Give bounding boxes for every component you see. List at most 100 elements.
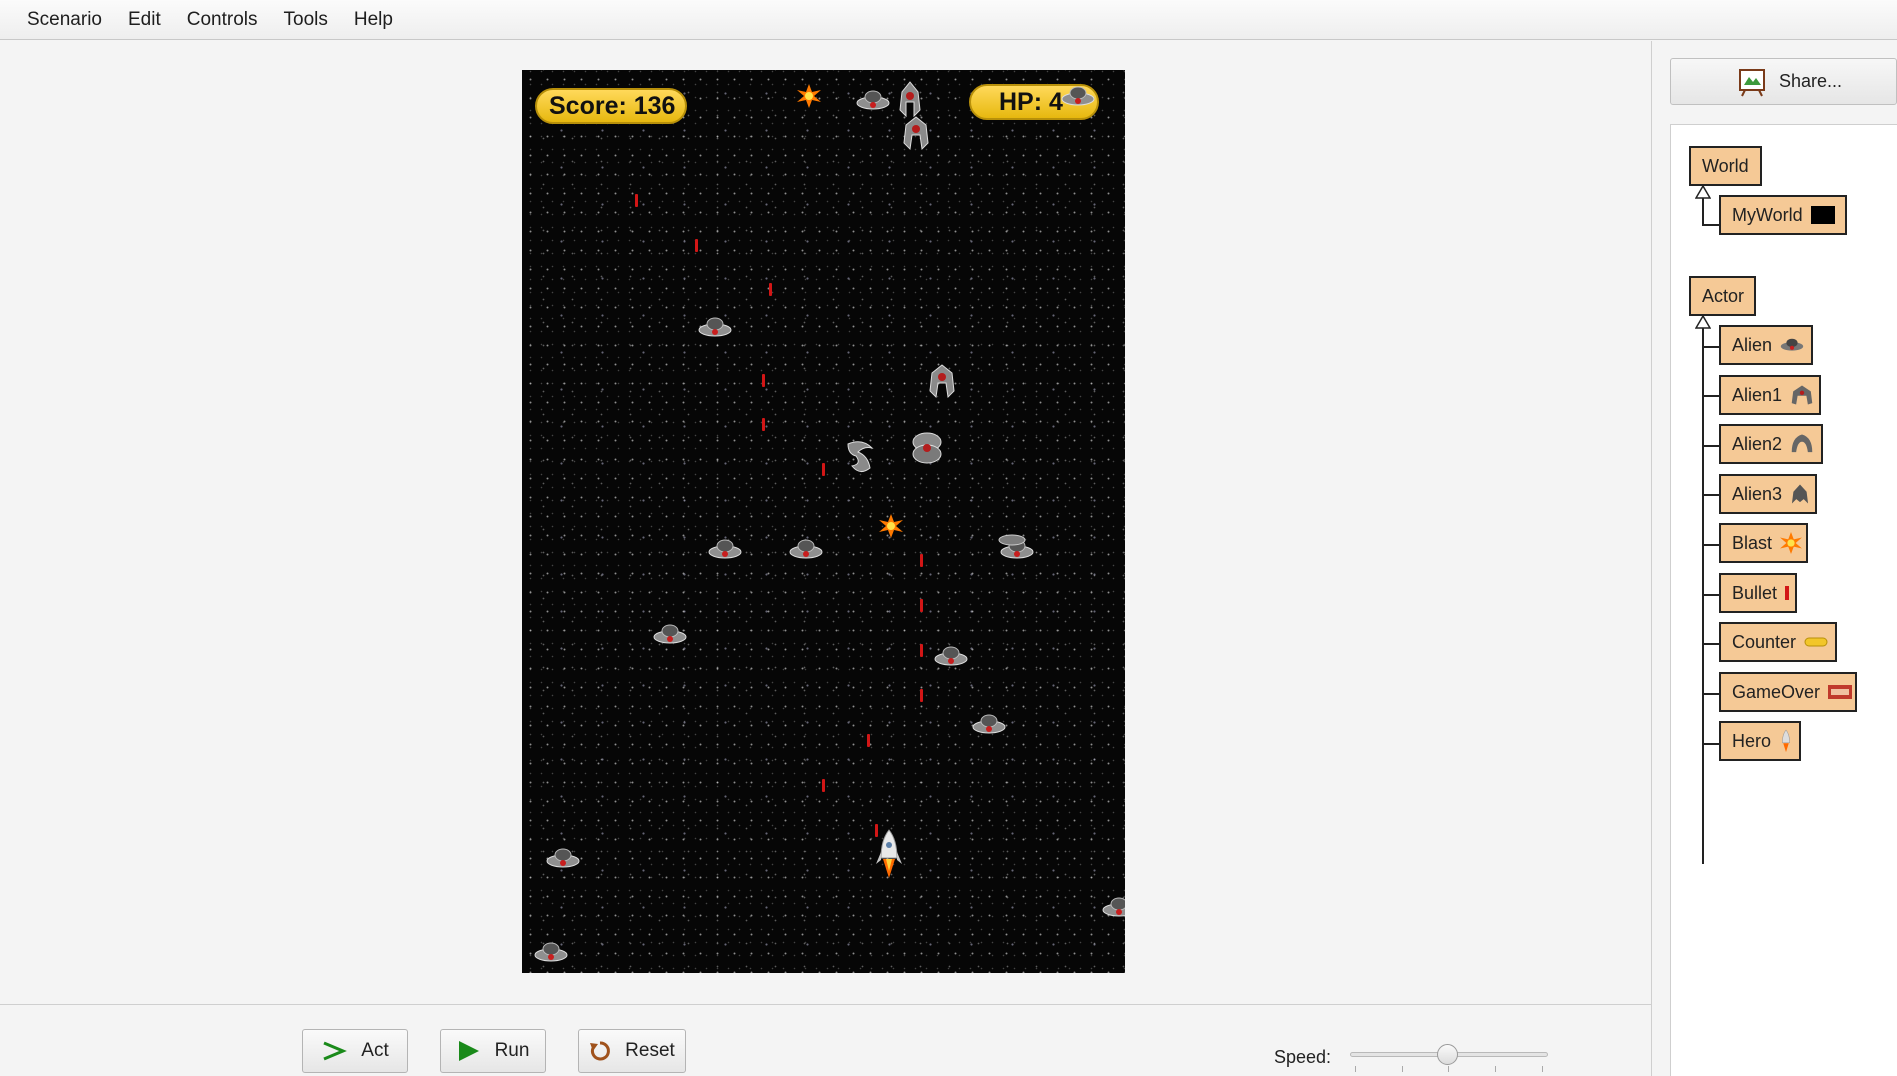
tree-line — [1702, 224, 1720, 226]
class-world-label: World — [1702, 155, 1749, 176]
tree-line — [1702, 594, 1720, 596]
tree-line — [1702, 445, 1720, 447]
class-myworld[interactable]: MyWorld — [1719, 195, 1847, 235]
bullet — [769, 283, 772, 296]
share-label: Share... — [1779, 71, 1843, 91]
speed-slider[interactable] — [1350, 1042, 1548, 1072]
class-alien3-label: Alien3 — [1732, 483, 1783, 504]
alien-saucer — [998, 534, 1026, 546]
class-bullet-label: Bullet — [1732, 582, 1778, 603]
class-hero-label: Hero — [1732, 730, 1772, 751]
alien-saucer — [653, 624, 687, 644]
alien-saucer — [789, 539, 823, 559]
gameover-thumbnail-icon — [1828, 685, 1853, 699]
bullet — [920, 554, 923, 567]
class-bullet[interactable]: Bullet — [1719, 573, 1797, 613]
act-label: Act — [361, 1040, 389, 1061]
menu-controls[interactable]: Controls — [174, 9, 271, 31]
alien-claw-ship — [899, 81, 921, 118]
alien3-thumbnail-icon — [1790, 483, 1810, 505]
tree-line — [1702, 494, 1720, 496]
reset-label: Reset — [625, 1040, 675, 1061]
class-counter-label: Counter — [1732, 631, 1797, 652]
menu-help[interactable]: Help — [341, 9, 406, 31]
bullet — [762, 374, 765, 387]
tree-line — [1702, 544, 1720, 546]
class-gameover-label: GameOver — [1732, 681, 1821, 702]
menu-tools[interactable]: Tools — [271, 9, 341, 31]
panel-divider — [1651, 41, 1652, 1076]
bullet — [867, 734, 870, 747]
tree-line — [1702, 725, 1704, 745]
hero-rocket — [876, 829, 902, 878]
class-myworld-label: MyWorld — [1732, 204, 1803, 225]
game-world[interactable]: Score: 136 HP: 4 — [522, 70, 1125, 973]
slider-tick — [1542, 1066, 1543, 1072]
inheritance-arrow-icon — [1695, 315, 1711, 329]
inheritance-arrow-icon — [1695, 185, 1711, 199]
share-button[interactable]: Share... — [1670, 58, 1897, 105]
class-alien2-label: Alien2 — [1732, 433, 1783, 454]
menu-edit[interactable]: Edit — [115, 9, 174, 31]
alien-saucer — [934, 646, 968, 666]
score-counter: Score: 136 — [535, 88, 687, 124]
bullet — [822, 463, 825, 476]
run-play-icon — [458, 1041, 479, 1061]
counter-thumbnail-icon — [1804, 637, 1828, 647]
bullet — [920, 644, 923, 657]
alien-saucer — [698, 317, 732, 337]
slider-tick — [1448, 1066, 1449, 1072]
slider-tick — [1355, 1066, 1356, 1072]
tree-line — [1702, 395, 1720, 397]
speed-label: Speed: — [1274, 1047, 1332, 1067]
bullet — [920, 689, 923, 702]
run-button[interactable]: Run — [440, 1029, 546, 1073]
alien-saucer — [856, 90, 890, 110]
tree-line — [1702, 328, 1704, 864]
class-alien[interactable]: Alien — [1719, 325, 1813, 365]
alien-saucer — [1102, 897, 1125, 917]
class-actor[interactable]: Actor — [1689, 276, 1756, 316]
bullet — [822, 779, 825, 792]
control-bar: Act Run Reset Speed: — [0, 1005, 1651, 1076]
class-alien2[interactable]: Alien2 — [1719, 424, 1823, 464]
class-gameover[interactable]: GameOver — [1719, 672, 1857, 712]
class-alien3[interactable]: Alien3 — [1719, 474, 1817, 514]
reset-icon — [590, 1041, 611, 1061]
alien-thumbnail-icon — [1780, 338, 1804, 352]
class-alien1-label: Alien1 — [1732, 384, 1783, 405]
tree-line — [1702, 693, 1720, 695]
alien-claw-ship — [903, 116, 929, 151]
tree-line — [1702, 643, 1720, 645]
blast-explosion — [879, 514, 903, 538]
tree-line — [1702, 743, 1720, 745]
slider-tick — [1495, 1066, 1496, 1072]
myworld-thumbnail-icon — [1810, 206, 1835, 224]
alien-claw-ship — [912, 432, 942, 464]
bullet-thumbnail-icon — [1785, 586, 1790, 600]
alien-saucer — [546, 848, 580, 868]
alien1-thumbnail-icon — [1790, 384, 1814, 406]
alien-saucer — [708, 539, 742, 559]
speed-slider-thumb[interactable] — [1437, 1044, 1458, 1065]
menu-scenario[interactable]: Scenario — [14, 9, 115, 31]
alien-saucer — [1061, 86, 1095, 106]
run-label: Run — [494, 1040, 530, 1061]
class-counter[interactable]: Counter — [1719, 622, 1837, 662]
hero-thumbnail-icon — [1779, 729, 1793, 753]
act-button[interactable]: Act — [302, 1029, 408, 1073]
reset-button[interactable]: Reset — [578, 1029, 686, 1073]
class-world[interactable]: World — [1689, 146, 1762, 186]
menu-bar: Scenario Edit Controls Tools Help — [0, 0, 1897, 40]
alien-saucer — [534, 942, 568, 962]
alien2-thumbnail-icon — [1790, 433, 1814, 455]
bullet — [695, 239, 698, 252]
bullet — [920, 599, 923, 612]
bullet — [635, 194, 638, 207]
tree-line — [1702, 198, 1704, 225]
class-actor-label: Actor — [1702, 285, 1745, 306]
class-hero[interactable]: Hero — [1719, 721, 1801, 761]
class-blast[interactable]: Blast — [1719, 523, 1808, 563]
class-alien1[interactable]: Alien1 — [1719, 375, 1821, 415]
class-alien-label: Alien — [1732, 334, 1773, 355]
